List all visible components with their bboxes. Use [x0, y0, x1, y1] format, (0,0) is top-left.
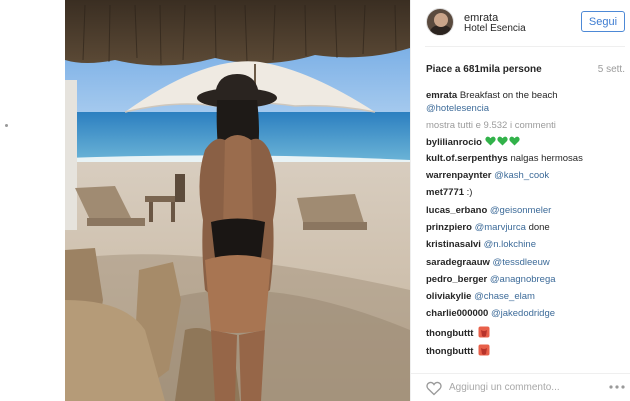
green-hearts: [484, 136, 521, 150]
follow-button[interactable]: Segui: [581, 11, 625, 32]
caption-mention[interactable]: @hotelesencia: [426, 103, 489, 114]
comment-row: met7771 :): [426, 187, 472, 199]
comment-user[interactable]: saradegraauw: [426, 257, 490, 268]
comment-user[interactable]: met7771: [426, 187, 464, 198]
caption-text: Breakfast on the beach: [459, 90, 558, 101]
comment-mention[interactable]: @jakedodridge: [491, 308, 555, 319]
comment-row: pedro_berger @anagnobrega: [426, 274, 556, 286]
post-sidebar: emrata Hotel Esencia Segui Piace a 681mi…: [410, 0, 630, 401]
show-all-comments-row: mostra tutti e 9.532 i commenti: [426, 120, 556, 132]
comment-text: nalgas hermosas: [510, 153, 583, 164]
green-heart-icon: [508, 136, 520, 146]
location-link[interactable]: Hotel Esencia: [464, 23, 526, 34]
caption-user[interactable]: emrata: [426, 90, 457, 101]
post-header: emrata Hotel Esencia Segui: [411, 0, 630, 46]
comment-row: thongbuttt: [426, 326, 490, 340]
comment-mention[interactable]: @chase_elam: [474, 291, 535, 302]
comment-user[interactable]: oliviakylie: [426, 291, 471, 302]
comment-row: bylilianrocio: [426, 136, 521, 150]
post-time[interactable]: 5 sett.: [598, 64, 625, 75]
comment-user[interactable]: prinzpiero: [426, 222, 472, 233]
comment-text: :): [466, 187, 473, 198]
comment-row: kult.of.serpenthys nalgas hermosas: [426, 153, 583, 165]
green-heart-icon: [496, 136, 508, 146]
comment-user[interactable]: thongbuttt: [426, 328, 473, 339]
comments-fade: [411, 355, 630, 371]
comment-mention[interactable]: @n.lokchine: [484, 239, 536, 250]
comment-bar: [411, 373, 630, 401]
comment-user[interactable]: lucas_erbano: [426, 205, 487, 216]
comment-mention[interactable]: @tessdleeuw: [493, 257, 550, 268]
more-options-icon[interactable]: [609, 385, 625, 389]
post-photo[interactable]: [65, 0, 410, 401]
green-heart-icon: [484, 136, 496, 146]
comment-row: warrenpaynter @kash_cook: [426, 170, 549, 182]
comment-text: done: [528, 222, 550, 233]
avatar[interactable]: [426, 8, 454, 36]
caption: emrata Breakfast on the beach: [426, 90, 558, 102]
comment-user[interactable]: charlie000000: [426, 308, 488, 319]
page-margin-dot: [5, 124, 8, 127]
comment-user[interactable]: warrenpaynter: [426, 170, 491, 181]
likes-count[interactable]: Piace a 681mila persone: [426, 64, 542, 75]
comment-row: kristinasalvi @n.lokchine: [426, 239, 536, 251]
comment-user[interactable]: kult.of.serpenthys: [426, 153, 508, 164]
comment-user[interactable]: bylilianrocio: [426, 137, 482, 148]
beach-image: [65, 0, 410, 401]
comment-row: oliviakylie @chase_elam: [426, 291, 535, 303]
comment-mention[interactable]: @geisonmeler: [490, 205, 551, 216]
comment-row: saradegraauw @tessdleeuw: [426, 257, 550, 269]
comment-row: charlie000000 @jakedodridge: [426, 308, 555, 320]
comment-mention[interactable]: @kash_cook: [494, 170, 549, 181]
caption-mention-row: @hotelesencia: [426, 103, 489, 115]
comment-user[interactable]: kristinasalvi: [426, 239, 481, 250]
heart-outline-icon[interactable]: [426, 381, 442, 396]
comment-row: lucas_erbano @geisonmeler: [426, 205, 551, 217]
show-all-comments-link[interactable]: mostra tutti e 9.532 i commenti: [426, 120, 556, 131]
tongue-emoji-icon: [478, 326, 490, 338]
header-divider: [425, 46, 625, 47]
comment-user[interactable]: pedro_berger: [426, 274, 487, 285]
add-comment-input[interactable]: [449, 382, 569, 393]
comment-mention[interactable]: @anagnobrega: [490, 274, 556, 285]
comment-row: prinzpiero @marvjurca done: [426, 222, 550, 234]
comment-mention[interactable]: @marvjurca: [475, 222, 526, 233]
